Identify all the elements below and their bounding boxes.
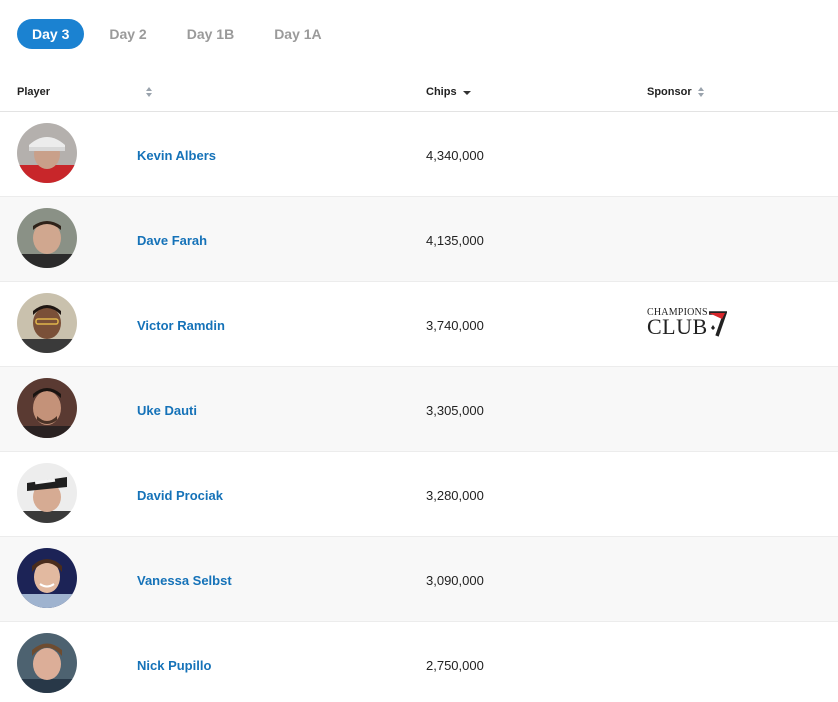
- player-photo-icon: [17, 378, 77, 438]
- player-photo-icon: [17, 463, 77, 523]
- avatar[interactable]: [17, 293, 77, 353]
- tab-day-1a[interactable]: Day 1A: [259, 19, 336, 49]
- header-chips[interactable]: Chips: [426, 72, 457, 112]
- avatar[interactable]: [17, 123, 77, 183]
- avatar[interactable]: [17, 463, 77, 523]
- player-photo-icon: [17, 293, 77, 353]
- table-header: Player Chips Sponsor: [0, 72, 838, 112]
- tab-day-2[interactable]: Day 2: [94, 19, 161, 49]
- table-row: Dave Farah 4,135,000: [0, 197, 838, 282]
- chip-count: 3,740,000: [426, 318, 484, 333]
- chip-count: 4,340,000: [426, 148, 484, 163]
- tab-day-1b[interactable]: Day 1B: [172, 19, 249, 49]
- player-name-link[interactable]: Victor Ramdin: [137, 318, 225, 333]
- avatar[interactable]: [17, 548, 77, 608]
- table-row: Victor Ramdin 3,740,000 CHAMPIONS CLUB: [0, 282, 838, 367]
- chip-count: 2,750,000: [426, 658, 484, 673]
- player-photo-icon: [17, 548, 77, 608]
- tab-day-3[interactable]: Day 3: [17, 19, 85, 49]
- table-row: Vanessa Selbst 3,090,000: [0, 537, 838, 622]
- player-name-link[interactable]: Dave Farah: [137, 233, 207, 248]
- sponsor-logo-main: CLUB: [647, 314, 708, 339]
- sort-sponsor-icon[interactable]: [698, 87, 705, 98]
- avatar[interactable]: [17, 208, 77, 268]
- player-photo-icon: [17, 208, 77, 268]
- player-photo-icon: [17, 123, 77, 183]
- avatar[interactable]: [17, 633, 77, 693]
- sponsor-logo[interactable]: CHAMPIONS CLUB: [647, 307, 729, 339]
- table-row: Nick Pupillo 2,750,000: [0, 622, 838, 702]
- player-name-link[interactable]: David Prociak: [137, 488, 223, 503]
- player-name-link[interactable]: Uke Dauti: [137, 403, 197, 418]
- player-name-link[interactable]: Nick Pupillo: [137, 658, 211, 673]
- sponsor-seven-icon: [709, 311, 727, 337]
- table-row: Kevin Albers 4,340,000: [0, 112, 838, 197]
- header-player[interactable]: Player: [17, 72, 50, 112]
- table-row: Uke Dauti 3,305,000: [0, 367, 838, 452]
- chip-count: 3,090,000: [426, 573, 484, 588]
- player-name-link[interactable]: Kevin Albers: [137, 148, 216, 163]
- chip-count: 3,280,000: [426, 488, 484, 503]
- table-row: David Prociak 3,280,000: [0, 452, 838, 537]
- player-photo-icon: [17, 633, 77, 693]
- header-sponsor[interactable]: Sponsor: [647, 72, 692, 112]
- sort-chips-desc-icon[interactable]: [463, 91, 471, 95]
- chip-counts-table: Player Chips Sponsor Kevin Albers 4,340,…: [0, 72, 838, 702]
- chip-count: 4,135,000: [426, 233, 484, 248]
- day-tabs: Day 3 Day 2 Day 1B Day 1A: [17, 19, 347, 49]
- sort-player-icon[interactable]: [146, 87, 153, 98]
- player-name-link[interactable]: Vanessa Selbst: [137, 573, 232, 588]
- avatar[interactable]: [17, 378, 77, 438]
- chip-count: 3,305,000: [426, 403, 484, 418]
